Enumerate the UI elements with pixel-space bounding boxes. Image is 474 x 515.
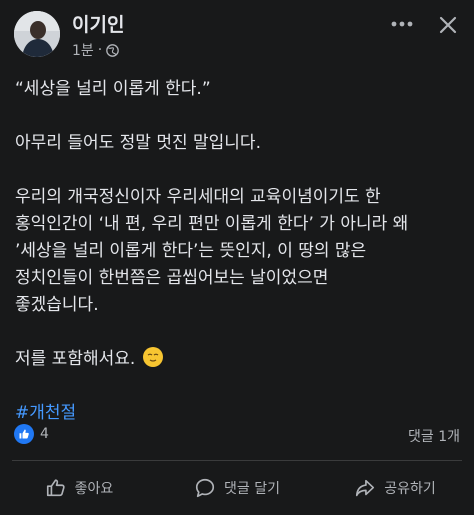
comment-button[interactable]: 댓글 달기 (158, 466, 316, 510)
author-name[interactable]: 이기인 (72, 10, 124, 37)
post-meta: 1분 · (72, 40, 120, 60)
post-line: 저를 포함해서요. (15, 349, 136, 369)
post-line: 아무리 들어도 정말 멋진 말입니다. (15, 133, 261, 153)
share-icon (356, 479, 375, 497)
more-options-button[interactable] (386, 12, 418, 36)
thumbs-up-icon (46, 479, 65, 497)
reaction-count: 4 (40, 426, 49, 442)
post-line: “세상을 널리 이롭게 한다.” (15, 79, 211, 99)
more-icon (391, 21, 413, 27)
post-line: 홍익인간이 ‘내 편, 우리 편만 이롭게 한다’ 가 아니라 왜 (15, 214, 409, 234)
relieved-face-emoji (142, 347, 163, 367)
share-button[interactable]: 공유하기 (316, 466, 474, 510)
post-header: 이기인 1분 · (0, 0, 474, 66)
close-icon (439, 16, 457, 34)
post-line: 우리의 개국정신이자 우리세대의 교육이념이기도 한 (15, 187, 381, 207)
like-label: 좋아요 (74, 481, 114, 497)
reaction-summary[interactable]: 4 (14, 424, 49, 444)
post-line: 정치인들이 한번쯤은 곱씹어보는 날이었으면 (15, 268, 329, 288)
comment-icon (195, 478, 215, 498)
like-icon (14, 424, 34, 444)
post-body: “세상을 널리 이롭게 한다.” 아무리 들어도 정말 멋진 말입니다. 우리의… (15, 76, 465, 427)
close-button[interactable] (433, 10, 463, 40)
like-button[interactable]: 좋아요 (0, 466, 158, 510)
globe-icon (106, 43, 120, 57)
comment-label: 댓글 달기 (224, 481, 280, 497)
share-label: 공유하기 (384, 481, 436, 497)
comment-count[interactable]: 댓글 1개 (408, 426, 460, 446)
post-line: 좋겠습니다. (15, 295, 99, 315)
post-line: ’세상을 널리 이롭게 한다’는 뜻인지, 이 땅의 많은 (15, 241, 367, 261)
action-bar: 좋아요 댓글 달기 공유하기 (0, 466, 474, 510)
divider (12, 460, 462, 461)
post-line-with-emoji: 저를 포함해서요. (15, 346, 465, 373)
meta-separator: · (97, 42, 103, 58)
post-time[interactable]: 1분 (72, 40, 94, 60)
avatar[interactable] (14, 11, 60, 57)
hashtag-link[interactable]: #개천절 (15, 400, 465, 427)
